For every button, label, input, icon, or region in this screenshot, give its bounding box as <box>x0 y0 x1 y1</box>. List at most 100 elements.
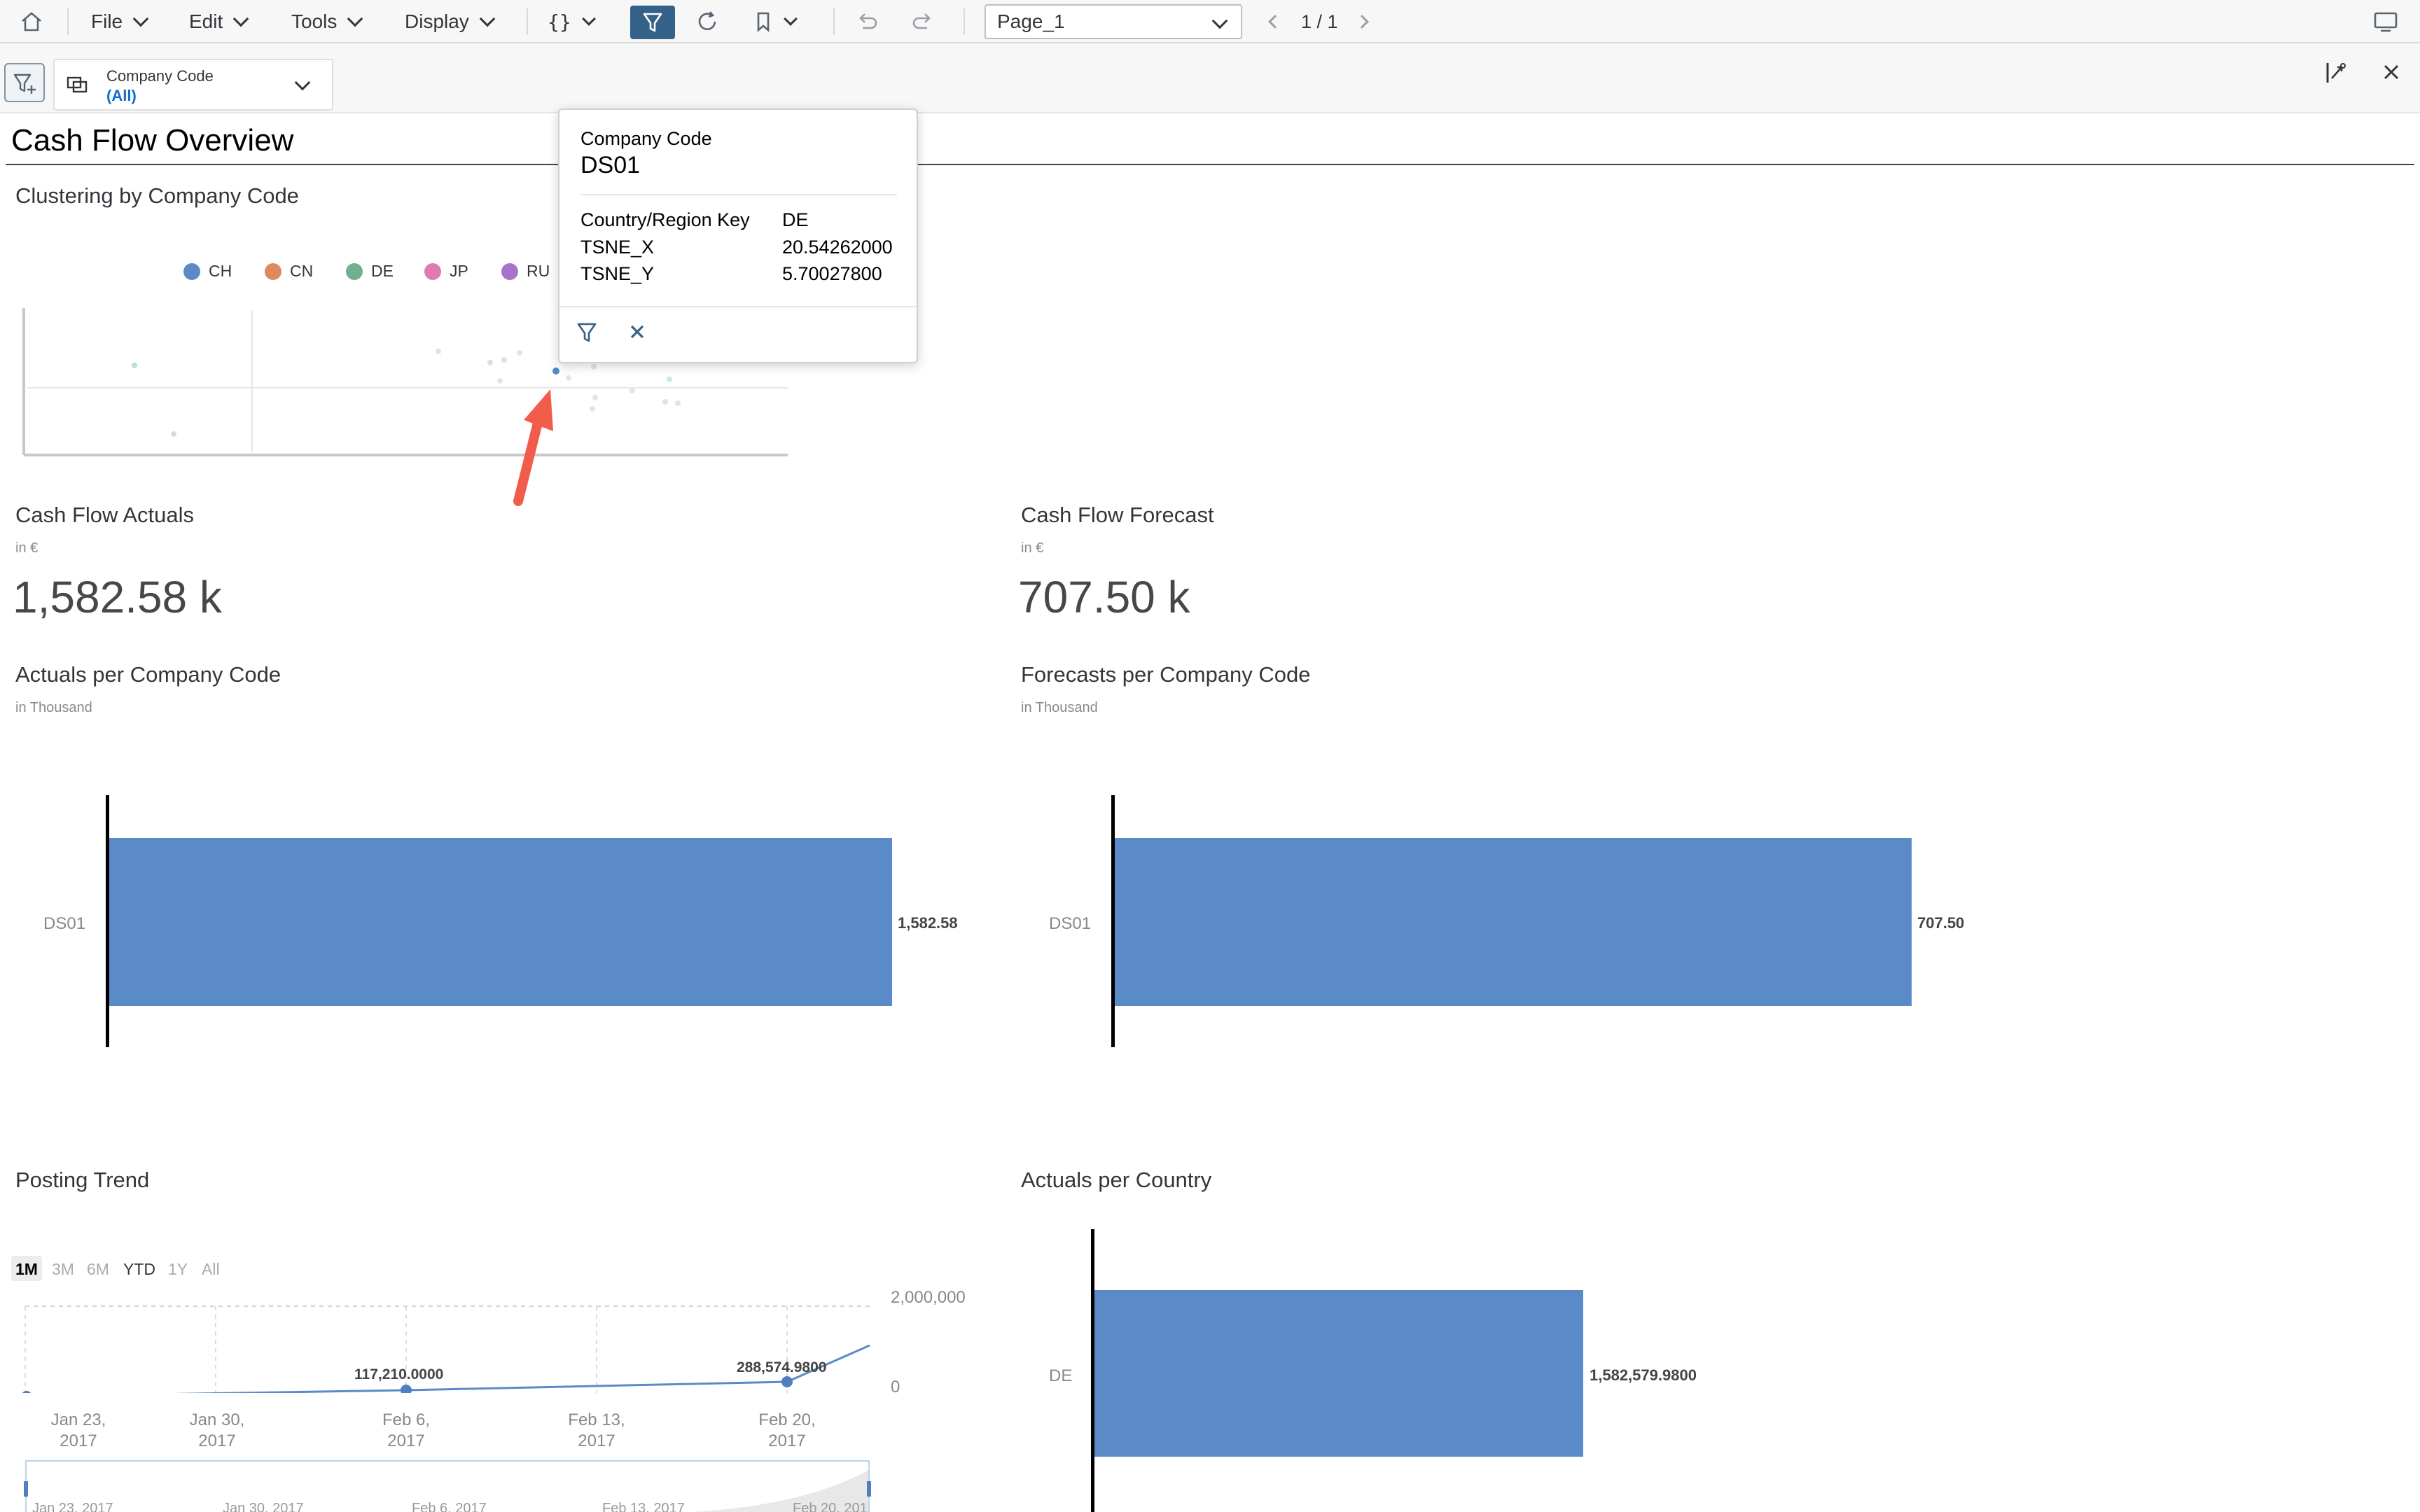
page-select[interactable]: Page_1 <box>985 4 1242 39</box>
bar-ds01-actuals[interactable] <box>109 838 892 1006</box>
navigator-handle-right[interactable] <box>867 1481 871 1497</box>
bookmark-button[interactable] <box>753 0 798 43</box>
trend-y-tick: 0 <box>891 1378 900 1396</box>
refresh-icon <box>698 11 716 31</box>
dimension-icon <box>67 76 88 93</box>
home-button[interactable] <box>20 0 43 43</box>
forecast-chart-unit: in Thousand <box>1021 700 1098 715</box>
forecast-kpi-unit: in € <box>1021 540 1044 556</box>
menu-edit[interactable]: Edit <box>189 0 249 43</box>
scatter-point <box>501 357 507 363</box>
legend-item-ru[interactable]: RU <box>501 262 550 281</box>
trend-x-label-line: 2017 <box>768 1432 806 1450</box>
trend-navigator[interactable]: Jan 23, 2017 Jan 30, 2017 Feb 6, 2017 Fe… <box>25 1460 870 1512</box>
range-3m-button[interactable]: 3M <box>52 1260 74 1279</box>
page-title: Cash Flow Overview <box>11 123 294 158</box>
scatter-point <box>630 388 635 393</box>
chevron-down-icon <box>132 10 149 27</box>
legend-label: CN <box>290 262 314 280</box>
curly-braces-icon: {} <box>548 10 571 34</box>
data-label: 707.50 <box>1917 914 1965 932</box>
bookmark-icon <box>757 12 770 32</box>
trend-x-label: Jan 23, 2017 <box>36 1410 120 1452</box>
bar-de-actuals[interactable] <box>1094 1290 1583 1457</box>
filter-icon <box>577 323 597 342</box>
previous-page-button[interactable] <box>1268 0 1282 43</box>
range-1y-button[interactable]: 1Y <box>168 1260 188 1279</box>
script-button[interactable]: {} <box>548 0 596 43</box>
title-divider <box>6 164 2414 165</box>
present-button[interactable] <box>2372 0 2399 43</box>
toolbar-separator <box>527 8 528 35</box>
navigator-label: Feb 20, 2017 <box>793 1501 870 1512</box>
legend-item-cn[interactable]: CN <box>265 262 313 281</box>
scatter-point <box>591 364 597 370</box>
menu-display[interactable]: Display <box>405 0 496 43</box>
scatter-point <box>436 349 441 354</box>
toolbar-separator <box>964 8 965 35</box>
close-icon <box>630 325 644 339</box>
range-all-button[interactable]: All <box>202 1260 220 1279</box>
posting-trend-title: Posting Trend <box>15 1168 150 1192</box>
scatter-point <box>675 400 681 406</box>
scatter-point <box>171 431 176 437</box>
bar-ds01-forecast[interactable] <box>1115 838 1912 1006</box>
range-6m-button[interactable]: 6M <box>87 1260 109 1279</box>
trend-x-label: Jan 30, 2017 <box>175 1410 259 1452</box>
menu-display-label: Display <box>405 10 469 32</box>
company-code-filter[interactable]: Company Code (All) <box>53 59 333 111</box>
menu-file[interactable]: File <box>91 0 149 43</box>
chevron-down-icon <box>479 10 496 27</box>
redo-button[interactable] <box>910 0 936 43</box>
trend-line-chart <box>22 1306 870 1393</box>
trend-x-label-line: 2017 <box>60 1432 97 1450</box>
chevron-down-icon <box>581 12 596 26</box>
legend-label: CH <box>209 262 232 280</box>
trend-y-tick: 2,000,000 <box>891 1288 966 1307</box>
filter-toggle-button[interactable] <box>630 6 675 39</box>
popover-filter-button[interactable] <box>575 320 599 349</box>
menu-tools[interactable]: Tools <box>291 0 363 43</box>
scatter-point <box>487 360 493 365</box>
legend-dot <box>183 262 200 280</box>
next-page-button[interactable] <box>1355 0 1369 43</box>
trend-x-label-line: Jan 23, <box>50 1410 106 1429</box>
trend-x-label-line: Feb 6, <box>382 1410 431 1429</box>
trend-point-label: 288,574.9800 <box>737 1359 827 1376</box>
data-label: 1,582.58 <box>898 914 958 932</box>
chevron-down-icon <box>784 12 798 26</box>
popover-close-button[interactable] <box>627 321 648 346</box>
chevron-left-icon <box>1268 15 1282 29</box>
popover-row-value: 5.70027800 <box>782 263 882 284</box>
popover-row-key: TSNE_X <box>580 237 655 258</box>
refresh-button[interactable] <box>695 0 720 43</box>
navigator-handle-left[interactable] <box>24 1481 28 1497</box>
legend-item-ch[interactable]: CH <box>183 262 232 281</box>
annotation-arrow-icon <box>513 389 553 506</box>
legend-label: DE <box>371 262 394 280</box>
legend-item-de[interactable]: DE <box>346 262 394 281</box>
legend-item-jp[interactable]: JP <box>424 262 468 281</box>
scatter-point <box>592 395 598 400</box>
filter-icon <box>643 13 662 32</box>
clustering-title: Clustering by Company Code <box>15 183 299 208</box>
add-filter-button[interactable] <box>4 63 45 102</box>
add-filter-icon <box>13 74 36 94</box>
actuals-kpi-unit: in € <box>15 540 39 556</box>
trend-x-label-line: Feb 13, <box>568 1410 625 1429</box>
actuals-kpi-value: 1,582.58 k <box>13 572 222 622</box>
legend-label: RU <box>527 262 550 280</box>
company-code-filter-value: (All) <box>106 87 137 104</box>
range-1m-button[interactable]: 1M <box>15 1260 38 1279</box>
linked-analysis-button[interactable] <box>2322 59 2349 90</box>
legend-dot <box>424 262 441 280</box>
range-ytd-button[interactable]: YTD <box>123 1260 155 1279</box>
scatter-point <box>517 350 522 356</box>
popover-heading-value: DS01 <box>580 152 641 178</box>
undo-button[interactable] <box>854 0 879 43</box>
category-label: DE <box>1049 1366 1073 1385</box>
filter-bar: Company Code (All) <box>0 43 2420 113</box>
close-filter-bar-button[interactable] <box>2381 62 2402 86</box>
chevron-down-icon <box>294 74 311 91</box>
company-code-filter-label: Company Code <box>106 67 214 85</box>
